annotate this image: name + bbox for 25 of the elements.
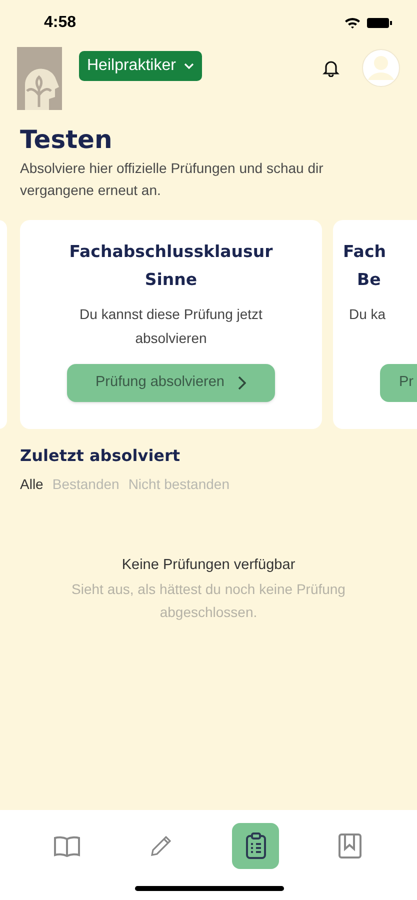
nav-tab[interactable] <box>232 823 280 869</box>
book-icon <box>53 834 82 858</box>
clipboard-icon <box>244 832 267 860</box>
exam-title: Fach Be <box>342 241 387 291</box>
start-exam-button[interactable]: Pr <box>380 364 417 402</box>
logo-icon <box>17 47 62 110</box>
chevron-down-icon <box>184 63 194 69</box>
filter-tab[interactable]: Alle <box>20 474 44 495</box>
start-exam-button[interactable]: Prüfung absolvieren <box>67 364 275 402</box>
pencil-icon <box>149 834 174 858</box>
bookmark-book-icon <box>338 833 362 859</box>
status-time: 4:58 <box>44 13 76 33</box>
empty-state-text: Sieht aus, als hättest du noch keine Prüfung abgeschlossen. <box>70 580 346 622</box>
course-dropdown[interactable]: Heilpraktiker <box>79 51 202 81</box>
exam-title: Fachabschlussklausur Sinne <box>68 241 274 291</box>
exam-status-text: Du ka <box>348 305 387 324</box>
section-title: Zuletzt absolviert <box>20 445 182 467</box>
exam-status-text: Du kannst diese Prüfung jetzt absolvieren <box>78 305 264 348</box>
page-description: Absolviere hier offizielle Prüfungen und schau dir vergangene erneut an. <box>20 159 324 200</box>
page-title: Testen <box>20 124 114 156</box>
wifi-icon <box>344 17 361 29</box>
empty-state-title: Keine Prüfungen verfügbar <box>122 556 296 575</box>
battery-icon <box>367 17 393 29</box>
bell-icon[interactable] <box>322 59 340 77</box>
chevron-right-icon <box>238 376 246 390</box>
